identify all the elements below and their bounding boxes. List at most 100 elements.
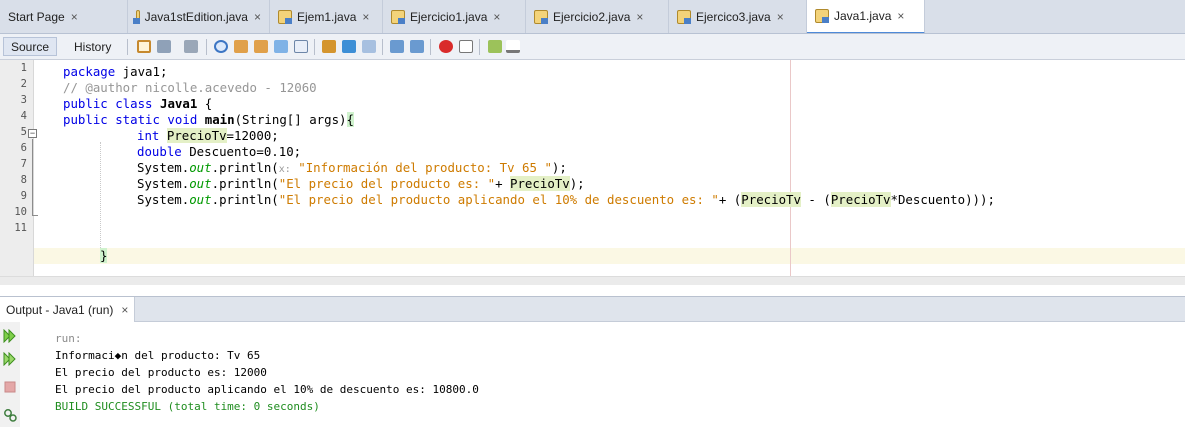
close-icon[interactable]: × <box>636 10 643 24</box>
code-text: (String[] args) <box>234 112 347 127</box>
variable-highlight: PrecioTv <box>166 128 227 143</box>
variable-highlight: PrecioTv <box>830 192 891 207</box>
java-file-icon <box>677 9 691 24</box>
code-line-7: System.out.println(x: "Información del p… <box>137 160 567 176</box>
keyword: public class <box>63 96 153 111</box>
previous-bookmark-icon[interactable] <box>322 40 336 53</box>
stop-icon[interactable] <box>3 380 17 394</box>
toggle-bookmark-icon[interactable] <box>362 40 376 53</box>
close-icon[interactable]: × <box>897 9 904 23</box>
last-edit-icon[interactable] <box>137 40 151 53</box>
close-icon[interactable]: × <box>254 10 261 24</box>
close-icon[interactable]: × <box>777 10 784 24</box>
code-editor[interactable]: 1 2 3 4 5 6 7 8 9 10 11 − package java1;… <box>0 60 1185 285</box>
method-name: main <box>204 112 235 127</box>
comment: // @author nicolle.acevedo - 12060 <box>63 80 317 95</box>
tab-label: Ejem1.java <box>297 9 357 24</box>
code-line-1: package java1; <box>63 64 167 80</box>
keyword: int <box>137 128 160 143</box>
editor-toolbar: Source History <box>0 34 1185 60</box>
string-literal: "El precio del producto aplicando el 10%… <box>278 192 719 207</box>
tab-label: Java1stEdition.java <box>144 9 248 24</box>
output-console[interactable]: run: Informaci◆n del producto: Tv 65 El … <box>20 322 1185 427</box>
code-content: package java1; // @author nicolle.aceved… <box>0 60 1185 285</box>
matched-brace: { <box>346 112 354 127</box>
toolbar-separator <box>127 39 128 55</box>
find-previous-icon[interactable] <box>234 40 248 53</box>
parameter-hint: x: <box>278 164 291 175</box>
output-line: El precio del producto aplicando el 10% … <box>55 383 479 396</box>
variable-highlight: PrecioTv <box>510 176 570 191</box>
code-text: Descuento=0.10; <box>181 144 302 159</box>
find-icon[interactable] <box>214 40 228 53</box>
keyword: package <box>63 64 116 79</box>
tab-ejercicio2[interactable]: Ejercicio2.java × <box>526 0 669 33</box>
forward-icon[interactable] <box>184 40 198 53</box>
start-macro-icon[interactable] <box>439 40 453 53</box>
shift-left-icon[interactable] <box>390 40 404 53</box>
static-field: out <box>189 176 212 191</box>
close-icon[interactable]: × <box>71 10 78 24</box>
history-view-button[interactable]: History <box>67 37 118 56</box>
code-text: .println( <box>211 192 279 207</box>
find-selection-icon[interactable] <box>294 40 308 53</box>
code-line-4: public static void main(String[] args){ <box>63 112 354 128</box>
code-line-10: } <box>100 248 108 264</box>
string-literal: "Información del producto: Tv 65 " <box>298 160 552 175</box>
find-next-icon[interactable] <box>254 40 268 53</box>
code-line-6: double Descuento=0.10; <box>137 144 301 160</box>
tab-ejem1[interactable]: Ejem1.java × <box>270 0 383 33</box>
stop-macro-icon[interactable] <box>459 40 473 53</box>
tab-start-page[interactable]: Start Page × <box>0 0 128 33</box>
rerun-icon[interactable] <box>3 329 17 343</box>
code-line-8: System.out.println("El precio del produc… <box>137 176 585 192</box>
toolbar-separator <box>206 39 207 55</box>
close-icon[interactable]: × <box>121 303 128 317</box>
matched-brace: } <box>100 248 108 263</box>
code-text: - ( <box>800 192 831 207</box>
uncomment-icon[interactable] <box>506 40 520 53</box>
java-file-icon <box>391 9 405 24</box>
source-view-button[interactable]: Source <box>3 37 58 56</box>
tab-output-java1-run[interactable]: Output - Java1 (run) × <box>0 297 136 322</box>
rerun-with-options-icon[interactable] <box>3 352 17 366</box>
output-tab-bar: Output - Java1 (run) × <box>0 296 1185 322</box>
toolbar-separator <box>430 39 431 55</box>
code-text: .println( <box>211 160 279 175</box>
code-text: .println( <box>211 176 279 191</box>
keyword: public static void <box>63 112 198 127</box>
settings-icon[interactable] <box>3 408 17 422</box>
tab-label: Start Page <box>8 9 65 24</box>
close-icon[interactable]: × <box>493 10 500 24</box>
code-line-9: System.out.println("El precio del produc… <box>137 192 995 208</box>
code-line-2: // @author nicolle.acevedo - 12060 <box>63 80 317 96</box>
keyword: double <box>137 144 182 159</box>
code-text: System. <box>137 176 190 191</box>
back-icon[interactable] <box>157 40 171 53</box>
tab-java1[interactable]: Java1.java × <box>807 0 925 33</box>
variable-highlight: PrecioTv <box>741 192 801 207</box>
code-line-5: int PrecioTv=12000; <box>137 128 279 144</box>
shift-right-icon[interactable] <box>410 40 424 53</box>
toggle-highlight-icon[interactable] <box>274 40 288 53</box>
tab-java1stedition[interactable]: Java1stEdition.java × <box>128 0 270 33</box>
java-file-icon <box>534 9 548 24</box>
code-line-3: public class Java1 { <box>63 96 212 112</box>
output-line: run: <box>55 332 82 345</box>
tab-label: Ejercico3.java <box>696 9 771 24</box>
code-text: ); <box>569 176 585 191</box>
code-text: ); <box>551 160 567 175</box>
toolbar-separator <box>382 39 383 55</box>
horizontal-scrollbar[interactable] <box>0 276 1185 285</box>
code-text: *Descuento))); <box>890 192 995 207</box>
java-file-icon <box>815 9 829 23</box>
close-icon[interactable]: × <box>362 10 369 24</box>
code-text: + ( <box>718 192 742 207</box>
tab-ejercico3[interactable]: Ejercico3.java × <box>669 0 807 33</box>
tab-ejercicio1[interactable]: Ejercicio1.java × <box>383 0 526 33</box>
comment-icon[interactable] <box>488 40 502 53</box>
next-bookmark-icon[interactable] <box>342 40 356 53</box>
static-field: out <box>189 192 212 207</box>
toolbar-separator <box>314 39 315 55</box>
build-status-line: BUILD SUCCESSFUL (total time: 0 seconds) <box>55 400 320 413</box>
